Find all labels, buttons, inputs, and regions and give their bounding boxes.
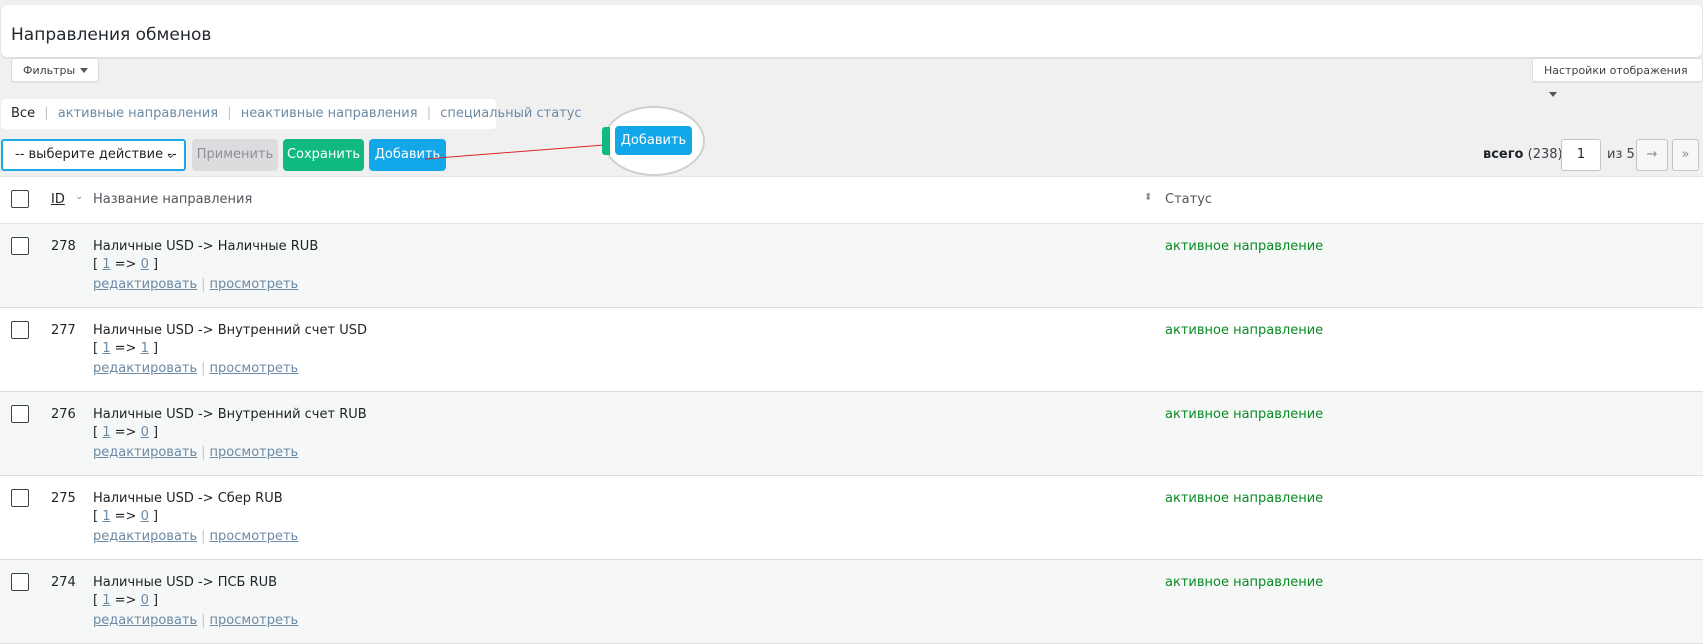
row-status: активное направление (1165, 575, 1324, 590)
edit-link[interactable]: редактировать (93, 361, 197, 376)
row-from-link[interactable]: 1 (102, 257, 110, 272)
column-name[interactable]: Название направления (93, 192, 252, 207)
view-link[interactable]: просмотреть (210, 361, 299, 376)
row-checkbox[interactable] (11, 405, 29, 423)
sort-toggle-icon[interactable]: ⬍ (1144, 192, 1152, 203)
row-id: 274 (51, 575, 76, 590)
edit-link[interactable]: редактировать (93, 445, 197, 460)
action-separator: | (201, 445, 206, 460)
edit-link[interactable]: редактировать (93, 613, 197, 628)
current-page-input[interactable]: 1 (1561, 139, 1601, 171)
action-separator: | (201, 613, 206, 628)
row-direction-name: Наличные USD -> Внутренний счет RUB (93, 407, 367, 422)
page-of-label: из 5 (1607, 147, 1635, 162)
row-direction-name: Наличные USD -> Внутренний счет USD (93, 323, 367, 338)
row-status: активное направление (1165, 323, 1324, 338)
directions-table: ID ⌄ Название направления ⬍ Статус 278 На… (0, 176, 1703, 644)
column-id[interactable]: ID (51, 192, 65, 207)
row-direction-name: Наличные USD -> ПСБ RUB (93, 575, 278, 590)
last-page-button[interactable]: » (1672, 139, 1699, 171)
zoom-save-edge (602, 127, 610, 155)
row-checkbox[interactable] (11, 321, 29, 339)
edit-link[interactable]: редактировать (93, 529, 197, 544)
row-id: 275 (51, 491, 76, 506)
action-separator: | (201, 529, 206, 544)
column-status[interactable]: Статус (1165, 192, 1212, 207)
sort-down-icon[interactable]: ⌄ (75, 191, 83, 202)
row-status: активное направление (1165, 239, 1324, 254)
view-link[interactable]: просмотреть (210, 613, 299, 628)
table-row: 275 Наличные USD -> Сбер RUB [ 1 => 0 ] ред… (0, 476, 1703, 560)
table-row: 277 Наличные USD -> Внутренний счет USD [ … (0, 308, 1703, 392)
row-actions: редактировать | просмотреть (93, 361, 298, 376)
row-checkbox[interactable] (11, 489, 29, 507)
table-row: 274 Наличные USD -> ПСБ RUB [ 1 => 0 ] реда… (0, 560, 1703, 644)
view-link[interactable]: просмотреть (210, 529, 299, 544)
row-checkbox[interactable] (11, 573, 29, 591)
row-id: 278 (51, 239, 76, 254)
row-from-link[interactable]: 1 (102, 509, 110, 524)
row-id: 276 (51, 407, 76, 422)
row-actions: редактировать | просмотреть (93, 529, 298, 544)
row-meta: [ 1 => 0 ] (93, 257, 159, 272)
table-header: ID ⌄ Название направления ⬍ Статус (0, 176, 1703, 224)
row-to-link[interactable]: 0 (141, 257, 149, 272)
action-separator: | (201, 277, 206, 292)
view-link[interactable]: просмотреть (210, 445, 299, 460)
pagination-total: всего (238) (1483, 139, 1563, 171)
view-link[interactable]: просмотреть (210, 277, 299, 292)
row-actions: редактировать | просмотреть (93, 445, 298, 460)
row-to-link[interactable]: 0 (141, 425, 149, 440)
row-meta: [ 1 => 0 ] (93, 509, 159, 524)
total-label: всего (1483, 147, 1524, 162)
row-meta: [ 1 => 1 ] (93, 341, 159, 356)
row-to-link[interactable]: 0 (141, 593, 149, 608)
row-meta: [ 1 => 0 ] (93, 425, 159, 440)
row-status: активное направление (1165, 407, 1324, 422)
row-to-link[interactable]: 1 (141, 341, 149, 356)
total-count: (238) (1527, 147, 1563, 162)
action-separator: | (201, 361, 206, 376)
table-row: 276 Наличные USD -> Внутренний счет RUB [ … (0, 392, 1703, 476)
row-actions: редактировать | просмотреть (93, 613, 298, 628)
row-meta: [ 1 => 0 ] (93, 593, 159, 608)
row-checkbox[interactable] (11, 237, 29, 255)
next-page-button[interactable]: → (1636, 139, 1668, 171)
row-direction-name: Наличные USD -> Сбер RUB (93, 491, 283, 506)
table-row: 278 Наличные USD -> Наличные RUB [ 1 => 0 … (0, 224, 1703, 308)
row-from-link[interactable]: 1 (102, 341, 110, 356)
add-button-zoom[interactable]: Добавить (615, 126, 692, 155)
row-from-link[interactable]: 1 (102, 593, 110, 608)
row-to-link[interactable]: 0 (141, 509, 149, 524)
edit-link[interactable]: редактировать (93, 277, 197, 292)
row-direction-name: Наличные USD -> Наличные RUB (93, 239, 319, 254)
row-id: 277 (51, 323, 76, 338)
row-actions: редактировать | просмотреть (93, 277, 298, 292)
row-from-link[interactable]: 1 (102, 425, 110, 440)
select-all-checkbox[interactable] (11, 190, 29, 208)
row-status: активное направление (1165, 491, 1324, 506)
